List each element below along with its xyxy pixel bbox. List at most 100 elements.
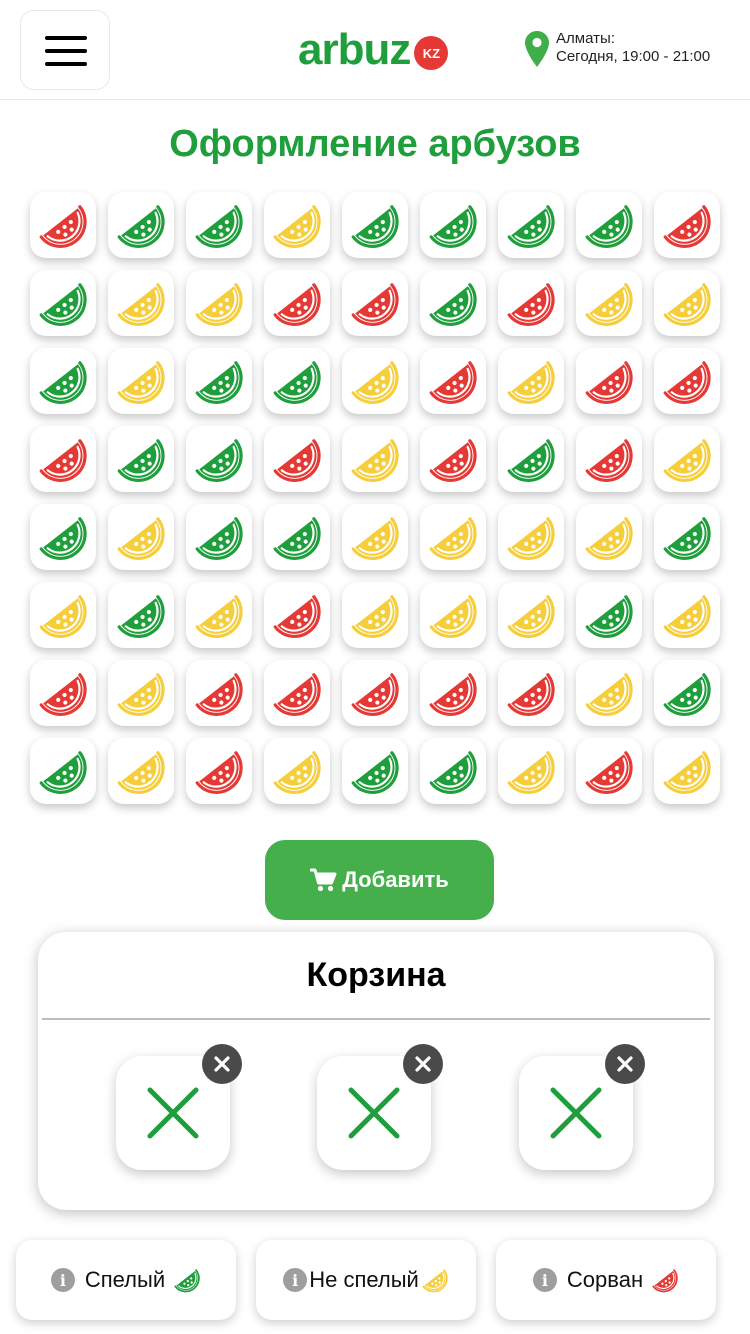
watermelon-cell[interactable] [30,192,96,258]
watermelon-slice-icon [429,283,477,326]
watermelon-cell[interactable] [186,426,252,492]
watermelon-slice-icon [351,751,399,794]
watermelon-cell[interactable] [576,192,642,258]
watermelon-cell[interactable] [342,504,408,570]
watermelon-cell[interactable] [264,582,330,648]
watermelon-cell[interactable] [654,426,720,492]
watermelon-cell[interactable] [654,348,720,414]
watermelon-cell[interactable] [654,660,720,726]
watermelon-cell[interactable] [654,582,720,648]
remove-slot-button[interactable] [403,1044,443,1084]
watermelon-cell[interactable] [108,270,174,336]
watermelon-cell[interactable] [342,192,408,258]
remove-slot-button[interactable] [202,1044,242,1084]
watermelon-cell[interactable] [654,192,720,258]
arbuz-logo[interactable]: arbuz KZ [298,22,449,78]
cart-slot[interactable] [317,1044,443,1170]
watermelon-slice-icon [585,595,633,638]
watermelon-cell[interactable] [264,660,330,726]
watermelon-cell[interactable] [420,504,486,570]
watermelon-cell[interactable] [342,426,408,492]
watermelon-cell[interactable] [30,504,96,570]
watermelon-cell[interactable] [420,348,486,414]
watermelon-cell[interactable] [498,192,564,258]
watermelon-slice-icon [39,673,87,716]
watermelon-cell[interactable] [654,738,720,804]
watermelon-cell[interactable] [186,192,252,258]
watermelon-cell[interactable] [186,348,252,414]
watermelon-cell[interactable] [186,270,252,336]
watermelon-cell[interactable] [420,192,486,258]
remove-slot-button[interactable] [605,1044,645,1084]
watermelon-cell[interactable] [108,660,174,726]
cart-slot[interactable] [519,1044,645,1170]
legend-picked[interactable]: i Сорван [496,1240,716,1320]
watermelon-slice-icon [195,517,243,560]
watermelon-cell[interactable] [498,738,564,804]
watermelon-cell[interactable] [576,660,642,726]
watermelon-cell[interactable] [420,270,486,336]
watermelon-cell[interactable] [498,426,564,492]
watermelon-cell[interactable] [654,270,720,336]
watermelon-cell[interactable] [264,504,330,570]
watermelon-cell[interactable] [108,582,174,648]
watermelon-cell[interactable] [498,504,564,570]
watermelon-slice-icon [273,517,321,560]
delivery-location[interactable]: Алматы: Сегодня, 19:00 - 21:00 [524,30,710,68]
watermelon-cell[interactable] [264,738,330,804]
watermelon-cell[interactable] [576,504,642,570]
add-to-cart-button[interactable]: Добавить [265,840,494,920]
watermelon-cell[interactable] [576,582,642,648]
watermelon-cell[interactable] [30,738,96,804]
watermelon-cell[interactable] [186,582,252,648]
watermelon-cell[interactable] [420,738,486,804]
watermelon-cell[interactable] [342,738,408,804]
legend-unripe[interactable]: i Не спелый [256,1240,476,1320]
menu-line [45,49,87,53]
watermelon-cell[interactable] [30,660,96,726]
hamburger-menu-button[interactable] [20,10,110,90]
watermelon-cell[interactable] [108,426,174,492]
watermelon-cell[interactable] [186,660,252,726]
watermelon-cell[interactable] [576,270,642,336]
watermelon-slice-icon [273,283,321,326]
watermelon-cell[interactable] [108,348,174,414]
watermelon-slice-icon [585,751,633,794]
watermelon-cell[interactable] [654,504,720,570]
watermelon-cell[interactable] [498,348,564,414]
watermelon-cell[interactable] [30,270,96,336]
watermelon-cell[interactable] [420,426,486,492]
watermelon-slice-icon [663,595,711,638]
watermelon-cell[interactable] [264,192,330,258]
legend-ripe[interactable]: i Спелый [16,1240,236,1320]
cart-icon [310,868,337,892]
watermelon-cell[interactable] [576,348,642,414]
watermelon-cell[interactable] [420,582,486,648]
watermelon-cell[interactable] [498,270,564,336]
watermelon-cell[interactable] [30,426,96,492]
watermelon-cell[interactable] [264,270,330,336]
cart-slot[interactable] [116,1044,242,1170]
watermelon-cell[interactable] [30,582,96,648]
watermelon-cell[interactable] [264,426,330,492]
watermelon-slice-icon [117,673,165,716]
watermelon-cell[interactable] [420,660,486,726]
cart-title: Корзина [306,956,446,994]
watermelon-cell[interactable] [186,738,252,804]
watermelon-cell[interactable] [342,348,408,414]
watermelon-slice-icon [117,361,165,404]
watermelon-cell[interactable] [108,192,174,258]
watermelon-cell[interactable] [342,582,408,648]
watermelon-cell[interactable] [498,660,564,726]
watermelon-cell[interactable] [342,660,408,726]
watermelon-cell[interactable] [108,738,174,804]
watermelon-cell[interactable] [108,504,174,570]
watermelon-cell[interactable] [264,348,330,414]
watermelon-cell[interactable] [498,582,564,648]
watermelon-cell[interactable] [576,426,642,492]
watermelon-cell[interactable] [186,504,252,570]
watermelon-cell[interactable] [30,348,96,414]
watermelon-slice-icon [429,439,477,482]
watermelon-cell[interactable] [576,738,642,804]
watermelon-cell[interactable] [342,270,408,336]
